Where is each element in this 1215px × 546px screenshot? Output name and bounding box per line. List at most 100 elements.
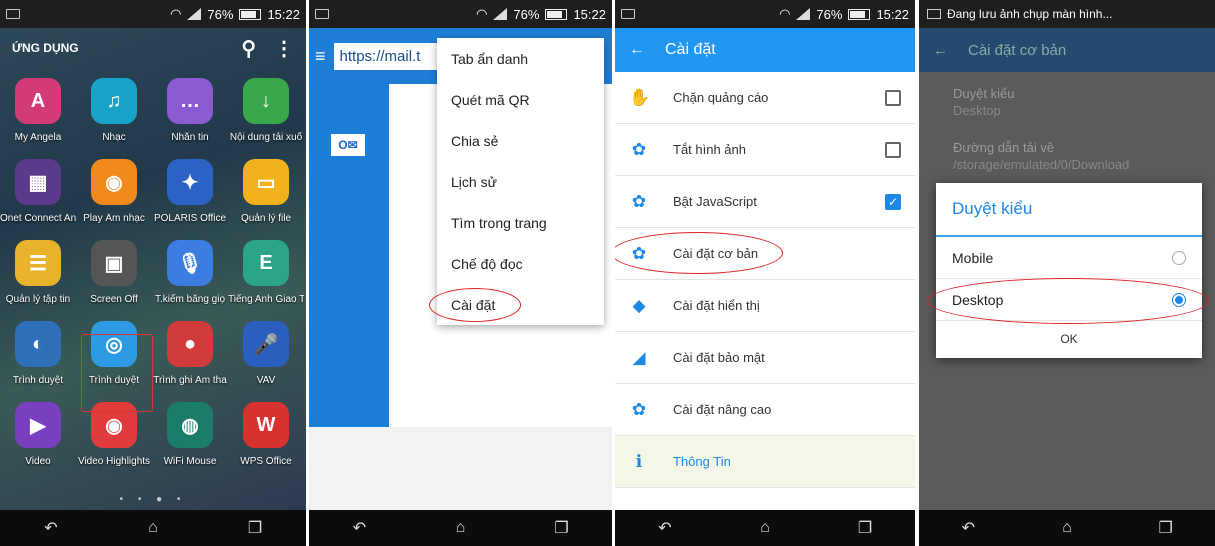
- recents-icon[interactable]: ❐: [235, 518, 275, 538]
- checkbox[interactable]: ✓: [885, 193, 901, 210]
- back-icon[interactable]: ↶: [340, 518, 380, 538]
- home-icon[interactable]: ⌂: [1047, 519, 1087, 537]
- settings-row[interactable]: ℹ Thông Tin: [615, 436, 915, 488]
- settings-row[interactable]: ✿ Tắt hình ảnh: [615, 124, 915, 176]
- basic-settings-header: ← Cài đặt cơ bản: [919, 28, 1215, 72]
- ok-button[interactable]: OK: [936, 321, 1202, 357]
- app-label: Nhạc: [102, 132, 126, 143]
- wifi-icon: ◠: [170, 6, 182, 21]
- settings-row-label: Cài đặt hiển thị: [673, 298, 760, 313]
- back-icon[interactable]: ↶: [645, 518, 685, 538]
- settings-row-label: Thông Tin: [673, 454, 731, 469]
- app-tile[interactable]: ▶ Video: [0, 402, 76, 467]
- app-tile[interactable]: ↓ Nội dung tải xuố: [228, 78, 304, 143]
- app-tile[interactable]: ☰ Quản lý tập tin: [0, 240, 76, 305]
- battery-percent: 76%: [207, 6, 234, 22]
- settings-row-icon: ℹ: [635, 451, 643, 471]
- app-tile[interactable]: ◉ Play Âm nhạc: [76, 159, 152, 224]
- settings-row[interactable]: ◆ Cài đặt hiển thị: [615, 280, 915, 332]
- back-arrow-icon[interactable]: ←: [933, 42, 948, 59]
- wifi-icon: ◠: [779, 6, 791, 21]
- menu-item[interactable]: Tab ẩn danh: [437, 38, 604, 79]
- app-tile[interactable]: ● Trình ghi Âm tha: [152, 321, 228, 386]
- clock: 15:22: [876, 6, 909, 22]
- download-path-label: Đường dẫn tải về: [953, 140, 1055, 155]
- notification-icon: [6, 9, 20, 19]
- apps-title: ỨNG DỤNG: [12, 41, 79, 55]
- settings-row[interactable]: ✋ Chặn quảng cáo: [615, 72, 915, 124]
- home-icon[interactable]: ⌂: [133, 519, 173, 537]
- basic-settings-screen: Đang lưu ảnh chụp màn hình... ← Cài đặt …: [919, 0, 1215, 546]
- app-label: Video: [25, 456, 51, 467]
- highlight-oval: [429, 288, 521, 322]
- signal-icon: [187, 8, 202, 20]
- app-tile[interactable]: ♫ Nhạc: [76, 78, 152, 143]
- app-tile[interactable]: 🎤 VAV: [228, 321, 304, 386]
- radio-mobile[interactable]: [1172, 250, 1186, 265]
- app-tile[interactable]: ▭ Quản lý file: [228, 159, 304, 224]
- download-path-setting[interactable]: Đường dẫn tải về /storage/emulated/0/Dow…: [953, 140, 1129, 172]
- app-grid: A My Angela ♫ Nhạc … Nhắn tin ↓ Nội dung tải xu…: [0, 78, 306, 467]
- more-options-icon[interactable]: ⋮: [274, 36, 294, 61]
- app-tile[interactable]: ✦ POLARIS Office: [152, 159, 228, 224]
- page-footer: [309, 427, 612, 510]
- browse-mode-value: Desktop: [953, 103, 1001, 118]
- clock: 15:22: [573, 6, 606, 22]
- app-label: VAV: [256, 375, 276, 386]
- menu-item[interactable]: Chia sẻ: [437, 120, 604, 161]
- onet-icon: ▦: [15, 159, 61, 205]
- status-bar: ◠ 76% 15:22: [0, 0, 306, 28]
- back-icon[interactable]: ↶: [948, 518, 988, 538]
- polaris-icon: ✦: [167, 159, 213, 205]
- screenshot-icon: [927, 9, 941, 19]
- app-tile[interactable]: A My Angela: [0, 78, 76, 143]
- settings-row[interactable]: ✿ Cài đặt nâng cao: [615, 384, 915, 436]
- highlight-oval: [615, 232, 783, 274]
- browser-icon: ◐: [15, 321, 61, 367]
- notification-icon: [315, 9, 329, 19]
- settings-row-icon: ✿: [631, 191, 647, 211]
- checkbox[interactable]: [885, 89, 901, 106]
- checkbox[interactable]: [885, 141, 901, 158]
- battery-icon: [848, 8, 871, 20]
- page-indicator: • • ● •: [119, 494, 187, 505]
- app-tile[interactable]: ◍ WiFi Mouse: [152, 402, 228, 467]
- browser-menu-screen: ◠ 76% 15:22 ≡ https://mail.t O✉ Tab ẩn d…: [309, 0, 612, 546]
- browse-mode-setting[interactable]: Duyệt kiểu Desktop: [953, 86, 1014, 118]
- app-tile[interactable]: ▦ Onet Connect An: [0, 159, 76, 224]
- recents-icon[interactable]: ❐: [845, 518, 885, 538]
- menu-item[interactable]: Tìm trong trang: [437, 202, 604, 243]
- play-music-icon: ◉: [91, 159, 137, 205]
- menu-item[interactable]: Chế độ đọc: [437, 243, 604, 284]
- battery-percent: 76%: [513, 6, 540, 22]
- menu-item[interactable]: Lịch sử: [437, 161, 604, 202]
- hamburger-icon[interactable]: ≡: [315, 46, 326, 67]
- recents-icon[interactable]: ❐: [1146, 518, 1186, 538]
- settings-row[interactable]: ◢ Cài đặt bảo mật: [615, 332, 915, 384]
- back-arrow-icon[interactable]: ←: [629, 41, 645, 59]
- app-label: Trình ghi Âm tha: [153, 375, 227, 386]
- app-label: Trình duyệt: [12, 375, 64, 386]
- wps-icon: W: [243, 402, 289, 448]
- app-tile[interactable]: ◐ Trình duyệt: [0, 321, 76, 386]
- home-icon[interactable]: ⌂: [441, 519, 481, 537]
- app-tile[interactable]: 🎙 T.kiếm bằng giọ: [152, 240, 228, 305]
- back-icon[interactable]: ↶: [31, 518, 71, 538]
- settings-row-label: Tắt hình ảnh: [673, 142, 746, 157]
- app-tile[interactable]: … Nhắn tin: [152, 78, 228, 143]
- app-label: Screen Off: [90, 294, 138, 305]
- menu-item[interactable]: Quét mã QR: [437, 79, 604, 120]
- app-label: WPS Office: [240, 456, 292, 467]
- app-tile[interactable]: W WPS Office: [228, 402, 304, 467]
- app-tile[interactable]: ▣ Screen Off: [76, 240, 152, 305]
- signal-icon: [493, 8, 508, 20]
- recents-icon[interactable]: ❐: [542, 518, 582, 538]
- option-mobile[interactable]: Mobile: [936, 237, 1202, 279]
- home-icon[interactable]: ⌂: [745, 519, 785, 537]
- search-icon[interactable]: ⚲: [241, 36, 256, 61]
- app-label: Tiếng Anh Giao T: [228, 294, 304, 305]
- browse-mode-label: Duyệt kiểu: [953, 86, 1015, 101]
- app-tile[interactable]: E Tiếng Anh Giao T: [228, 240, 304, 305]
- app-label: Play Âm nhạc: [83, 213, 145, 224]
- settings-row[interactable]: ✿ Bật JavaScript ✓: [615, 176, 915, 228]
